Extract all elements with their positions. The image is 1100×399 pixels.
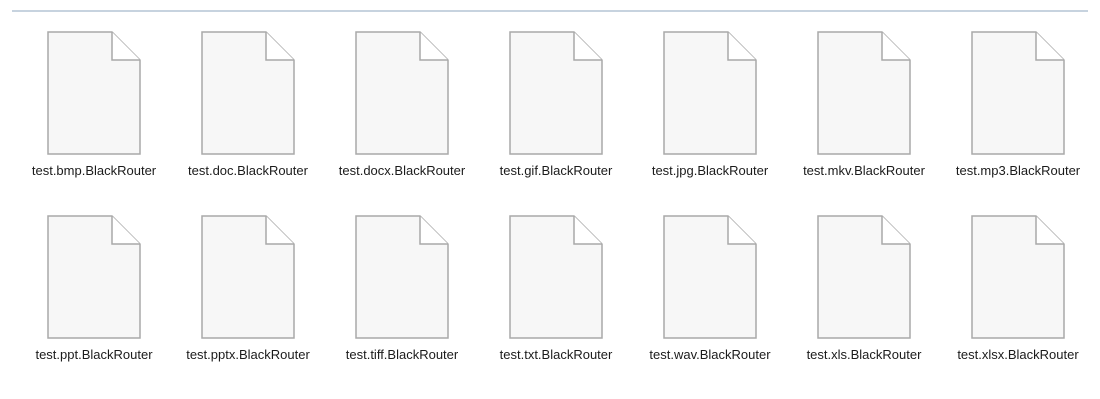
file-item[interactable]: test.xls.BlackRouter [789, 214, 939, 394]
file-item[interactable]: test.pptx.BlackRouter [173, 214, 323, 394]
file-name: test.xlsx.BlackRouter [957, 347, 1079, 362]
file-icon [509, 215, 603, 339]
file-icon [817, 31, 911, 155]
file-item[interactable]: test.docx.BlackRouter [327, 30, 477, 210]
file-name: test.mp3.BlackRouter [955, 163, 1081, 178]
file-name: test.txt.BlackRouter [499, 347, 613, 362]
file-item[interactable]: test.xlsx.BlackRouter [943, 214, 1093, 394]
file-item[interactable]: test.jpg.BlackRouter [635, 30, 785, 210]
file-name: test.doc.BlackRouter [188, 163, 308, 178]
file-item[interactable]: test.gif.BlackRouter [481, 30, 631, 210]
file-icon [355, 31, 449, 155]
file-name: test.tiff.BlackRouter [345, 347, 459, 362]
file-name: test.mkv.BlackRouter [803, 163, 925, 178]
file-item[interactable]: test.wav.BlackRouter [635, 214, 785, 394]
file-item[interactable]: test.bmp.BlackRouter [19, 30, 169, 210]
file-icon [971, 215, 1065, 339]
header-divider [12, 10, 1088, 12]
file-icon [47, 31, 141, 155]
file-icon [817, 215, 911, 339]
file-icon [47, 215, 141, 339]
file-name: test.xls.BlackRouter [806, 347, 922, 362]
file-name: test.bmp.BlackRouter [31, 163, 157, 178]
file-item[interactable]: test.doc.BlackRouter [173, 30, 323, 210]
file-item[interactable]: test.ppt.BlackRouter [19, 214, 169, 394]
file-item[interactable]: test.tiff.BlackRouter [327, 214, 477, 394]
file-name: test.docx.BlackRouter [338, 163, 466, 178]
file-icon [509, 31, 603, 155]
file-name: test.pptx.BlackRouter [186, 347, 310, 362]
file-icon [201, 31, 295, 155]
file-item[interactable]: test.mp3.BlackRouter [943, 30, 1093, 210]
file-icon [971, 31, 1065, 155]
file-item[interactable]: test.txt.BlackRouter [481, 214, 631, 394]
file-name: test.wav.BlackRouter [649, 347, 771, 362]
file-name: test.ppt.BlackRouter [35, 347, 153, 362]
file-name: test.gif.BlackRouter [499, 163, 613, 178]
file-item[interactable]: test.mkv.BlackRouter [789, 30, 939, 210]
file-icon [663, 31, 757, 155]
file-icon [355, 215, 449, 339]
file-name: test.jpg.BlackRouter [651, 163, 769, 178]
file-icon [201, 215, 295, 339]
file-grid: test.bmp.BlackRouter test.doc.BlackRoute… [19, 30, 1099, 394]
file-icon [663, 215, 757, 339]
